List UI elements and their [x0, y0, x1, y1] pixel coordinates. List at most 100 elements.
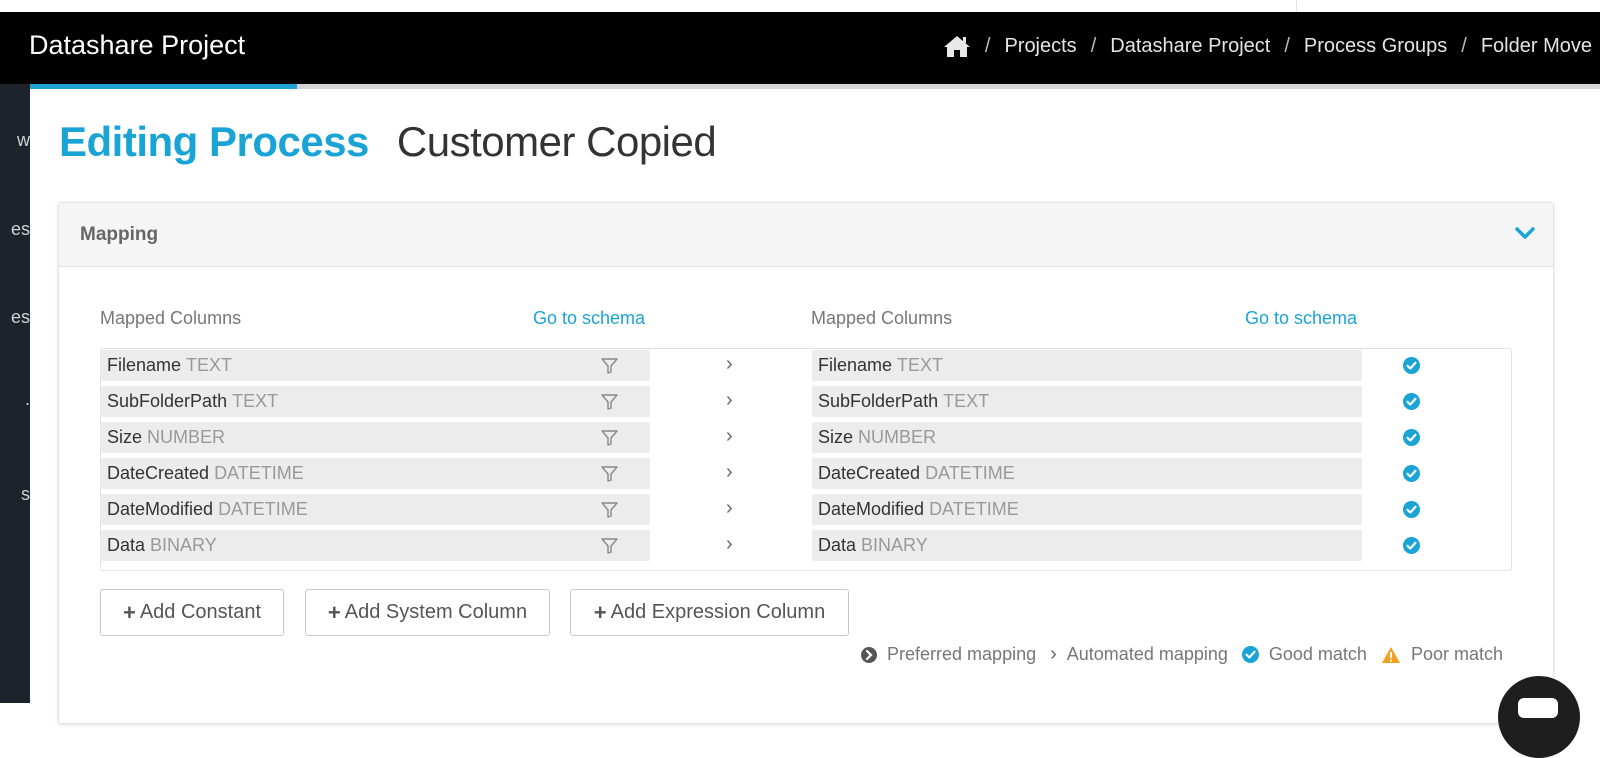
- add-system-column-button[interactable]: + Add System Column: [305, 589, 550, 636]
- mapping-arrow-icon[interactable]: ›: [726, 462, 733, 482]
- mapping-legend: Preferred mapping › Automated mapping Go…: [847, 643, 1503, 666]
- plus-icon: +: [327, 599, 341, 625]
- left-go-to-schema-link[interactable]: Go to schema: [533, 308, 645, 329]
- source-column-name: DateModified: [107, 499, 214, 519]
- right-go-to-schema-link[interactable]: Go to schema: [1245, 308, 1357, 329]
- plus-icon: +: [593, 599, 607, 625]
- check-circle-icon: [1403, 393, 1420, 410]
- chat-widget-button[interactable]: [1498, 676, 1580, 758]
- top-strip-divider: [1296, 0, 1297, 12]
- add-constant-button[interactable]: + Add Constant: [100, 589, 284, 636]
- target-column-type: TEXT: [897, 355, 944, 375]
- breadcrumb-process-groups[interactable]: Process Groups: [1304, 35, 1447, 58]
- mapping-arrow-icon[interactable]: ›: [726, 534, 733, 554]
- legend-preferred-label: Preferred mapping: [887, 644, 1037, 664]
- source-column-cell[interactable]: DateCreated DATETIME: [101, 458, 650, 489]
- target-column-type: DATETIME: [925, 463, 1015, 483]
- home-icon[interactable]: [943, 34, 971, 58]
- target-column-name: DateCreated: [818, 463, 921, 483]
- sidebar-item[interactable]: .: [0, 389, 30, 410]
- legend-good-label: Good match: [1268, 644, 1367, 664]
- target-column-name: SubFolderPath: [818, 391, 939, 411]
- breadcrumb-folder-move[interactable]: Folder Move: [1481, 35, 1592, 58]
- source-column-type: BINARY: [150, 535, 217, 555]
- breadcrumb-project[interactable]: Datashare Project: [1110, 35, 1270, 58]
- target-column-cell[interactable]: DateModified DATETIME: [812, 494, 1362, 525]
- sidebar-item[interactable]: es: [0, 307, 30, 328]
- check-circle-icon: [1403, 465, 1420, 482]
- page-progress-fill: [30, 84, 297, 89]
- source-column-type: DATETIME: [214, 463, 304, 483]
- target-column-cell[interactable]: Data BINARY: [812, 530, 1362, 561]
- target-column-name: Data: [818, 535, 857, 555]
- mapping-arrow-icon[interactable]: ›: [726, 498, 733, 518]
- source-column-cell[interactable]: DateModified DATETIME: [101, 494, 650, 525]
- add-expression-column-button[interactable]: + Add Expression Column: [570, 589, 849, 636]
- filter-icon[interactable]: [600, 392, 619, 411]
- source-column-type: NUMBER: [147, 427, 226, 447]
- target-column-type: TEXT: [943, 391, 990, 411]
- target-column-cell[interactable]: Size NUMBER: [812, 422, 1362, 453]
- mapping-arrow-icon[interactable]: ›: [726, 426, 733, 446]
- target-column-cell[interactable]: SubFolderPath TEXT: [812, 386, 1362, 417]
- source-column-name: Data: [107, 535, 146, 555]
- sidebar-item[interactable]: s: [0, 484, 30, 505]
- chevron-down-icon[interactable]: [1515, 225, 1535, 241]
- check-circle-icon: [1403, 429, 1420, 446]
- breadcrumb-separator: /: [1090, 34, 1097, 57]
- mapping-panel-title: Mapping: [80, 224, 159, 245]
- right-columns-header: Mapped Columns: [811, 308, 953, 328]
- source-column-name: Filename: [107, 355, 182, 375]
- sidebar-item[interactable]: es: [0, 219, 30, 240]
- legend-automated: › Automated mapping: [1050, 643, 1228, 666]
- source-column-name: DateCreated: [107, 463, 210, 483]
- plus-icon: +: [122, 599, 136, 625]
- mapping-panel-header[interactable]: Mapping: [59, 203, 1553, 267]
- breadcrumb: / Projects / Datashare Project / Process…: [943, 34, 1592, 58]
- source-column-type: TEXT: [232, 391, 279, 411]
- add-system-column-label: Add System Column: [344, 601, 528, 623]
- source-column-cell[interactable]: Size NUMBER: [101, 422, 650, 453]
- source-column-cell[interactable]: Data BINARY: [101, 530, 650, 561]
- filter-icon[interactable]: [600, 428, 619, 447]
- legend-preferred: Preferred mapping: [861, 644, 1036, 665]
- breadcrumb-separator: /: [1461, 34, 1467, 57]
- target-column-type: DATETIME: [929, 499, 1019, 519]
- legend-poor: Poor match: [1381, 644, 1503, 665]
- check-circle-icon: [1403, 501, 1420, 518]
- source-column-cell[interactable]: Filename TEXT: [101, 350, 650, 381]
- sidebar: w es es . s: [0, 84, 30, 703]
- filter-icon[interactable]: [600, 464, 619, 483]
- source-column-name: SubFolderPath: [107, 391, 228, 411]
- target-column-name: DateModified: [818, 499, 925, 519]
- breadcrumb-separator: /: [984, 34, 991, 57]
- page-progress-bar: [30, 84, 1600, 89]
- mapping-arrow-icon[interactable]: ›: [726, 354, 733, 374]
- page-title-name: Customer Copied: [396, 118, 717, 165]
- source-column-cell[interactable]: SubFolderPath TEXT: [101, 386, 650, 417]
- brand-title[interactable]: Datashare Project: [29, 30, 245, 61]
- legend-automated-label: Automated mapping: [1066, 644, 1228, 664]
- breadcrumb-projects[interactable]: Projects: [1004, 35, 1076, 58]
- mapping-rows: Filename TEXT › Filename TEXT SubFolderPath TE…: [100, 348, 1512, 571]
- check-circle-icon: [1241, 646, 1259, 663]
- source-column-type: DATETIME: [218, 499, 308, 519]
- target-column-cell[interactable]: DateCreated DATETIME: [812, 458, 1362, 489]
- page-title-prefix: Editing Process: [59, 118, 369, 165]
- warning-icon: [1381, 646, 1400, 663]
- sidebar-item[interactable]: w: [0, 130, 30, 151]
- chevron-circle-right-icon: [861, 646, 878, 663]
- target-column-name: Size: [818, 427, 854, 447]
- chevron-right-icon: ›: [1050, 643, 1057, 665]
- breadcrumb-separator: /: [1284, 34, 1290, 57]
- page-title: Editing Process Customer Copied: [59, 118, 717, 166]
- mapping-arrow-icon[interactable]: ›: [726, 390, 733, 410]
- target-column-cell[interactable]: Filename TEXT: [812, 350, 1362, 381]
- target-column-type: BINARY: [861, 535, 928, 555]
- top-strip: [0, 0, 1600, 12]
- filter-icon[interactable]: [600, 500, 619, 519]
- filter-icon[interactable]: [600, 536, 619, 555]
- target-column-name: Filename: [818, 355, 893, 375]
- left-columns-header: Mapped Columns: [100, 308, 242, 328]
- filter-icon[interactable]: [600, 356, 619, 375]
